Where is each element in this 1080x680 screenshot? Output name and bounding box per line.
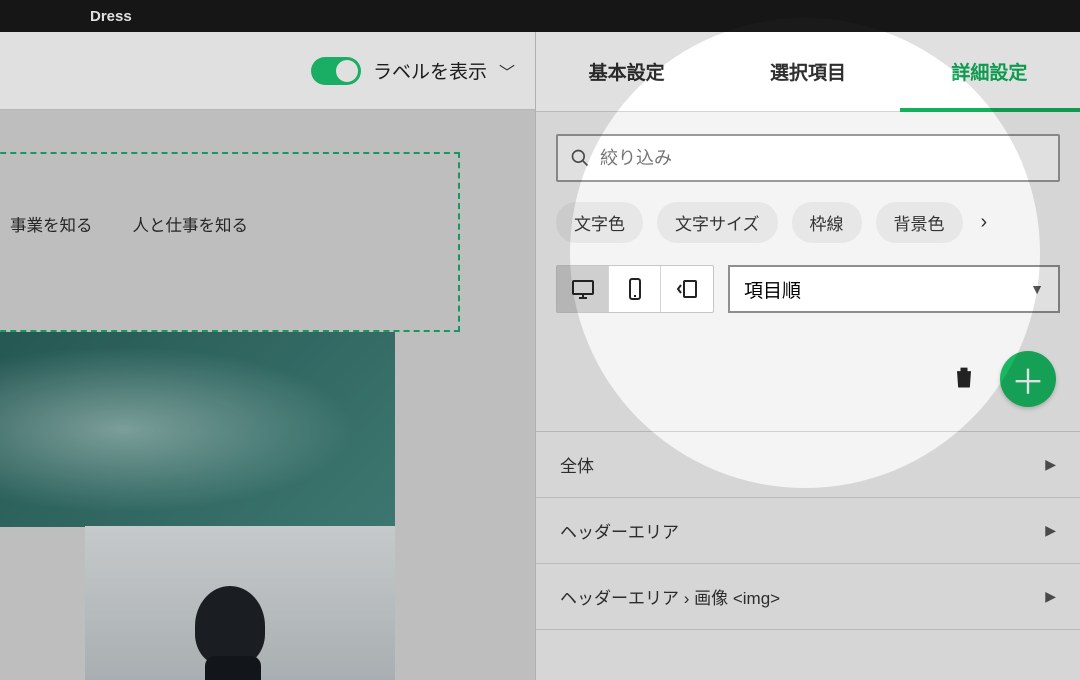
plus-icon: ＋ [1011,355,1045,404]
responsive-icon [675,277,699,301]
sort-select[interactable]: 項目順 ▼ [728,265,1060,313]
device-mobile[interactable] [609,266,661,312]
label-visibility-toggle[interactable] [311,57,361,85]
settings-panel: 基本設定 選択項目 詳細設定 文字色 文字サイズ 枠線 背景色 › [535,32,1080,680]
label-visibility-label: ラベルを表示 [373,57,487,84]
mobile-icon [623,277,647,301]
accordion-item[interactable]: 全体 ▶ [536,432,1080,498]
filter-search-input[interactable] [600,148,1046,169]
nav-link[interactable]: 人と仕事を知る [133,212,249,236]
app-title: Dress [90,8,132,25]
add-button[interactable]: ＋ [1000,351,1056,407]
accordion-label: ヘッダーエリア [560,518,679,543]
tab-selection[interactable]: 選択項目 [717,32,898,111]
selected-element-outline[interactable]: 事業を知る 人と仕事を知る [0,152,460,332]
property-chips: 文字色 文字サイズ 枠線 背景色 › [536,196,1080,261]
canvas-toolbar: ラベルを表示 ﹀ [0,32,535,110]
hero-image-2 [85,526,395,680]
chip-border[interactable]: 枠線 [792,202,862,243]
trash-icon [950,363,978,391]
tab-advanced[interactable]: 詳細設定 [899,32,1080,111]
chips-scroll-right[interactable]: › [977,207,992,238]
delete-button[interactable] [950,363,978,396]
chip-text-color[interactable]: 文字色 [556,202,643,243]
accordion-item[interactable]: ヘッダーエリア ▶ [536,498,1080,564]
editor-canvas[interactable]: ラベルを表示 ﹀ 事業を知る 人と仕事を知る [0,32,535,680]
settings-tabs: 基本設定 選択項目 詳細設定 [536,32,1080,112]
hero-image-1 [0,332,395,527]
chevron-right-icon: ▶ [1045,456,1056,473]
tab-basic[interactable]: 基本設定 [536,32,717,111]
device-responsive[interactable] [661,266,713,312]
active-tab-indicator [900,108,1080,112]
app-title-bar: Dress [0,0,1080,32]
device-desktop[interactable] [557,266,609,312]
chevron-down-icon[interactable]: ﹀ [499,59,515,83]
chevron-right-icon: ▶ [1045,522,1056,539]
device-preview-group [556,265,714,313]
search-icon [570,148,590,168]
chip-bg-color[interactable]: 背景色 [876,202,963,243]
accordion-item[interactable]: ヘッダーエリア › 画像 <img> ▶ [536,564,1080,630]
accordion-label: 全体 [560,452,594,477]
layer-accordion: 全体 ▶ ヘッダーエリア ▶ ヘッダーエリア › 画像 <img> ▶ [536,431,1080,630]
caret-down-icon: ▼ [1030,281,1044,297]
sort-select-label: 項目順 [744,276,801,303]
chevron-right-icon: ▶ [1045,588,1056,605]
desktop-icon [571,277,595,301]
nav-link[interactable]: 事業を知る [10,212,93,236]
chip-text-size[interactable]: 文字サイズ [657,202,778,243]
filter-search[interactable] [556,134,1060,182]
accordion-label: ヘッダーエリア › 画像 <img> [560,584,780,609]
